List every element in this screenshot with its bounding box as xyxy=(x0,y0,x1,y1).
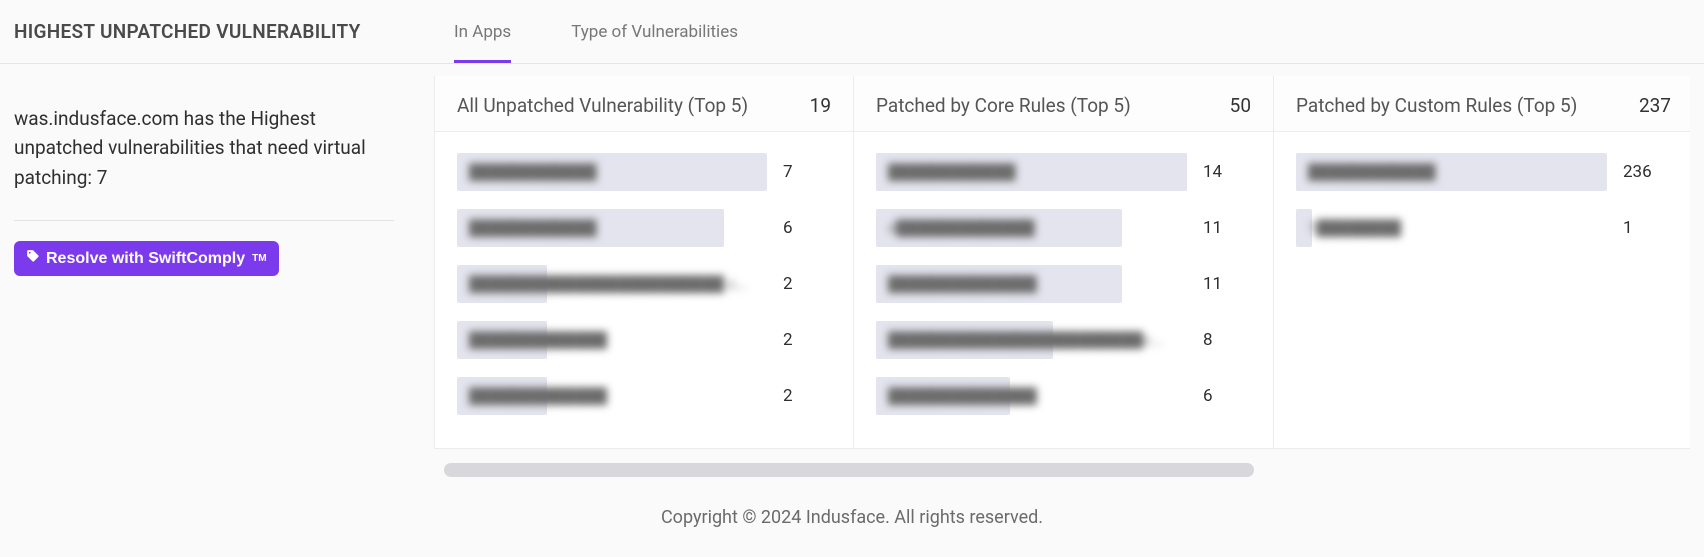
bar-value: 6 xyxy=(783,218,831,238)
sidebar: was.indusface.com has the Highest unpatc… xyxy=(14,76,394,477)
bar-row[interactable]: ██████████████ 6 xyxy=(876,368,1251,424)
tab-in-apps[interactable]: In Apps xyxy=(454,0,511,63)
bar-label: ████████████ xyxy=(469,163,597,181)
panel-core-rules: Patched by Core Rules (Top 5) 50 ███████… xyxy=(854,76,1274,449)
bar-row[interactable]: d█████████████ 11 xyxy=(876,200,1251,256)
horizontal-scrollbar[interactable] xyxy=(444,463,1254,477)
bar-value: 11 xyxy=(1203,218,1251,238)
bar-cell: ████████████ xyxy=(457,153,767,191)
bar-value: 236 xyxy=(1623,162,1671,182)
bar-cell: ████████████ xyxy=(457,209,767,247)
bar-row[interactable]: ████████████████████████c... 8 xyxy=(876,312,1251,368)
tm-mark: TM xyxy=(252,253,266,264)
bar-label: █████████████ xyxy=(469,331,607,349)
panel-custom-rules: Patched by Custom Rules (Top 5) 237 ████… xyxy=(1274,76,1690,449)
panel-title: All Unpatched Vulnerability (Top 5) xyxy=(457,94,748,117)
panel-total: 50 xyxy=(1230,94,1251,117)
bar-label: 1████████ xyxy=(1308,219,1401,237)
bar-label: ██████████████ xyxy=(888,387,1037,405)
tag-icon xyxy=(26,249,40,268)
bar-row[interactable]: █████████████ 2 xyxy=(457,312,831,368)
bar-cell: ████████████████████████ c... xyxy=(457,265,767,303)
footer-copyright: Copyright © 2024 Indusface. All rights r… xyxy=(0,477,1704,548)
bar-cell: ██████████████ xyxy=(876,377,1187,415)
bar-row[interactable]: ██████████████ 11 xyxy=(876,256,1251,312)
panel-title: Patched by Custom Rules (Top 5) xyxy=(1296,94,1577,117)
bar-cell: d█████████████ xyxy=(876,209,1187,247)
bar-label: ████████████ xyxy=(1308,163,1436,181)
resolve-swiftcomply-button[interactable]: Resolve with SwiftComply TM xyxy=(14,241,279,276)
bar-label: ████████████████████████ c... xyxy=(469,275,748,293)
bar-label: ████████████ xyxy=(469,219,597,237)
bar-cell: ████████████████████████c... xyxy=(876,321,1187,359)
bar-row[interactable]: ████████████ 14 xyxy=(876,144,1251,200)
panel-title: Patched by Core Rules (Top 5) xyxy=(876,94,1131,117)
bar-value: 11 xyxy=(1203,274,1251,294)
bar-label: ████████████████████████c... xyxy=(888,331,1163,349)
bar-value: 6 xyxy=(1203,386,1251,406)
bar-value: 14 xyxy=(1203,162,1251,182)
bar-label: ██████████████ xyxy=(888,275,1037,293)
bar-row[interactable]: █████████████ 2 xyxy=(457,368,831,424)
bar-cell: █████████████ xyxy=(457,377,767,415)
bar-row[interactable]: ████████████ 236 xyxy=(1296,144,1671,200)
divider xyxy=(14,220,394,221)
bar-label: █████████████ xyxy=(469,387,607,405)
page-title: HIGHEST UNPATCHED VULNERABILITY xyxy=(14,20,454,43)
bar-value: 1 xyxy=(1623,218,1671,238)
bar-value: 7 xyxy=(783,162,831,182)
bar-value: 2 xyxy=(783,386,831,406)
summary-text: was.indusface.com has the Highest unpatc… xyxy=(14,104,394,192)
main: All Unpatched Vulnerability (Top 5) 19 █… xyxy=(434,76,1690,477)
bar-cell: ████████████ xyxy=(1296,153,1607,191)
bar-cell: ████████████ xyxy=(876,153,1187,191)
panel-unpatched: All Unpatched Vulnerability (Top 5) 19 █… xyxy=(434,76,854,449)
tab-type-of-vulnerabilities[interactable]: Type of Vulnerabilities xyxy=(571,0,738,63)
bar-label: d█████████████ xyxy=(888,219,1035,237)
tabs: In Apps Type of Vulnerabilities xyxy=(454,0,738,63)
header: HIGHEST UNPATCHED VULNERABILITY In Apps … xyxy=(0,0,1704,64)
bar-row[interactable]: ████████████████████████ c... 2 xyxy=(457,256,831,312)
bar-cell: 1████████ xyxy=(1296,209,1607,247)
panel-total: 237 xyxy=(1639,94,1671,117)
bar-value: 8 xyxy=(1203,330,1251,350)
bar-row[interactable]: ████████████ 7 xyxy=(457,144,831,200)
panel-total: 19 xyxy=(810,94,831,117)
bar-cell: ██████████████ xyxy=(876,265,1187,303)
bar-value: 2 xyxy=(783,274,831,294)
bar-value: 2 xyxy=(783,330,831,350)
resolve-label: Resolve with SwiftComply xyxy=(46,250,245,268)
bar-label: ████████████ xyxy=(888,163,1016,181)
bar-cell: █████████████ xyxy=(457,321,767,359)
bar-row[interactable]: ████████████ 6 xyxy=(457,200,831,256)
bar-row[interactable]: 1████████ 1 xyxy=(1296,200,1671,256)
